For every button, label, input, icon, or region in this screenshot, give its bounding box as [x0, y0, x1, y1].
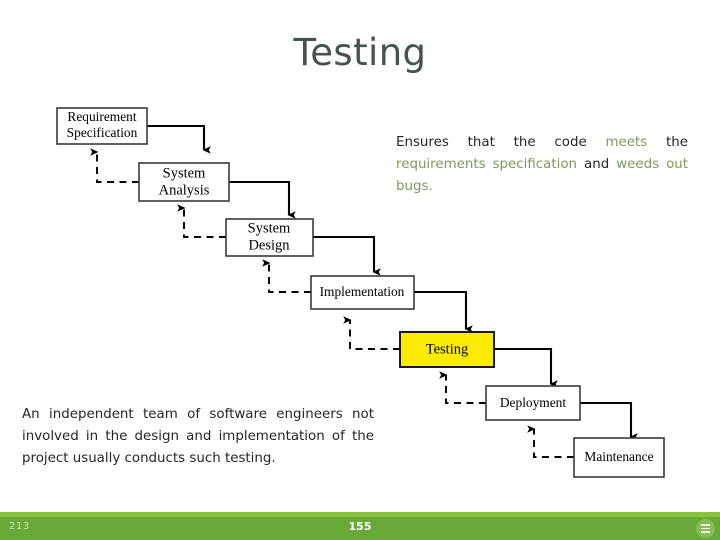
connector-requirement-to-analysis [147, 124, 211, 154]
connector-deployment-to-maintenance [580, 401, 638, 441]
connector-analysis-to-design [229, 180, 296, 219]
feedback-maintenance-to-deployment [527, 425, 574, 458]
wf-box-system-analysis: System Analysis [138, 162, 230, 202]
desc-segment: Ensures that the code [396, 135, 606, 150]
feedback-design-to-analysis [177, 204, 226, 238]
menu-line [701, 524, 710, 526]
desc-segment-accent: meets [605, 135, 648, 150]
feedback-deployment-to-testing [439, 371, 486, 404]
wf-box-implementation: Implementation [310, 275, 415, 310]
slide-number: 155 [348, 520, 372, 533]
wf-box-system-design: System Design [225, 218, 314, 257]
wf-box-label: Deployment [500, 395, 566, 410]
wf-box-requirement-specification: Requirement Specification [56, 107, 148, 145]
wf-box-label: Implementation [320, 284, 405, 299]
wf-box-deployment: Deployment [485, 385, 581, 421]
desc-segment-accent: requirements specification [396, 157, 578, 172]
desc-segment: and [577, 157, 617, 172]
page-title: Testing [293, 31, 427, 74]
slide-canvas: Testing Requirement Specification System… [0, 0, 720, 540]
wf-box-testing: Testing [399, 331, 495, 368]
wf-box-label: Requirement [67, 109, 136, 124]
testing-description-right: Ensures that the code meets the requirem… [396, 132, 688, 198]
menu-line [701, 527, 710, 530]
menu-line [701, 531, 710, 533]
testing-description-left: An independent team of software engineer… [22, 407, 374, 466]
connector-implementation-to-testing [414, 290, 473, 333]
feedback-analysis-to-requirement [90, 148, 139, 183]
connector-testing-to-deployment [494, 347, 558, 388]
wf-box-label: Analysis [159, 182, 210, 198]
feedback-testing-to-implementation [343, 316, 400, 350]
wf-box-label: Maintenance [584, 449, 653, 464]
desc-segment: the [647, 135, 689, 150]
connector-design-to-implementation [313, 235, 381, 276]
wf-box-label: System [248, 220, 291, 236]
wf-box-label: Specification [67, 125, 138, 140]
feedback-implementation-to-design [262, 259, 311, 293]
wf-box-label: System [163, 165, 206, 181]
wf-box-label: Design [248, 237, 290, 253]
wf-box-label: Testing [426, 341, 468, 357]
hamburger-menu-icon[interactable] [696, 519, 715, 538]
wf-box-maintenance: Maintenance [573, 437, 665, 478]
